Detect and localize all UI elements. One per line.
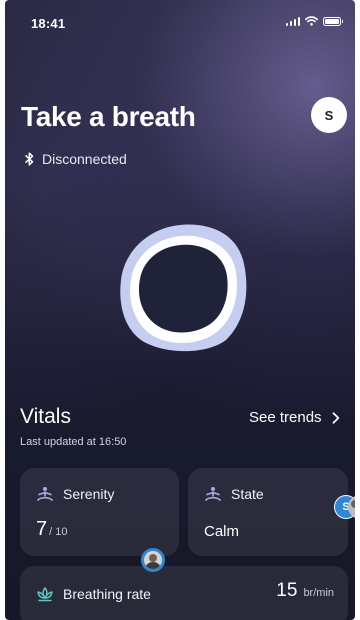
see-trends-link[interactable]: See trends <box>249 409 340 426</box>
collaborator-avatar-photo[interactable] <box>141 548 165 572</box>
breathing-circle-visual[interactable] <box>118 222 248 354</box>
state-header: State <box>204 486 264 502</box>
profile-avatar-button[interactable]: S <box>311 97 347 133</box>
state-card[interactable]: State Calm <box>188 468 348 556</box>
status-time: 18:41 <box>31 16 66 31</box>
vitals-heading: Vitals <box>20 405 71 428</box>
status-bar: 18:41 <box>5 0 355 44</box>
serenity-card[interactable]: Serenity 7/ 10 <box>20 468 179 556</box>
connection-status-text: Disconnected <box>42 151 127 167</box>
see-trends-label: See trends <box>249 409 322 426</box>
serenity-value-row: 7/ 10 <box>36 518 67 541</box>
collaborator-face-image <box>144 551 162 569</box>
last-updated-text: Last updated at 16:50 <box>20 436 127 448</box>
serenity-unit: / 10 <box>49 526 68 538</box>
serenity-label: Serenity <box>63 486 115 502</box>
lotus-icon <box>37 587 53 602</box>
serenity-header: Serenity <box>36 486 114 502</box>
breathing-rate-header: Breathing rate <box>36 586 151 602</box>
breathing-rate-value: 15 <box>276 580 298 601</box>
page-title: Take a breath <box>21 101 196 132</box>
chevron-right-icon <box>332 411 339 424</box>
breathing-rate-value-row: 15 br/min <box>276 580 334 602</box>
bluetooth-icon <box>25 152 34 166</box>
meditation-icon <box>37 487 53 501</box>
serenity-value: 7 <box>36 518 48 540</box>
wifi-icon <box>305 16 318 26</box>
cellular-signal-icon <box>285 16 300 26</box>
breathing-rate-unit: br/min <box>303 587 334 599</box>
connection-status[interactable]: Disconnected <box>25 151 127 167</box>
status-icons <box>285 16 343 26</box>
meditation-icon <box>205 487 221 501</box>
breathing-core <box>138 244 228 333</box>
state-label: State <box>231 486 264 502</box>
state-value: Calm <box>204 523 240 540</box>
app-screen: 18:41 Take a breath S Disconnected Vital… <box>5 0 355 620</box>
battery-icon <box>323 16 343 26</box>
breathing-rate-card[interactable]: Breathing rate 15 br/min <box>20 566 348 620</box>
breathing-rate-label: Breathing rate <box>63 586 151 602</box>
